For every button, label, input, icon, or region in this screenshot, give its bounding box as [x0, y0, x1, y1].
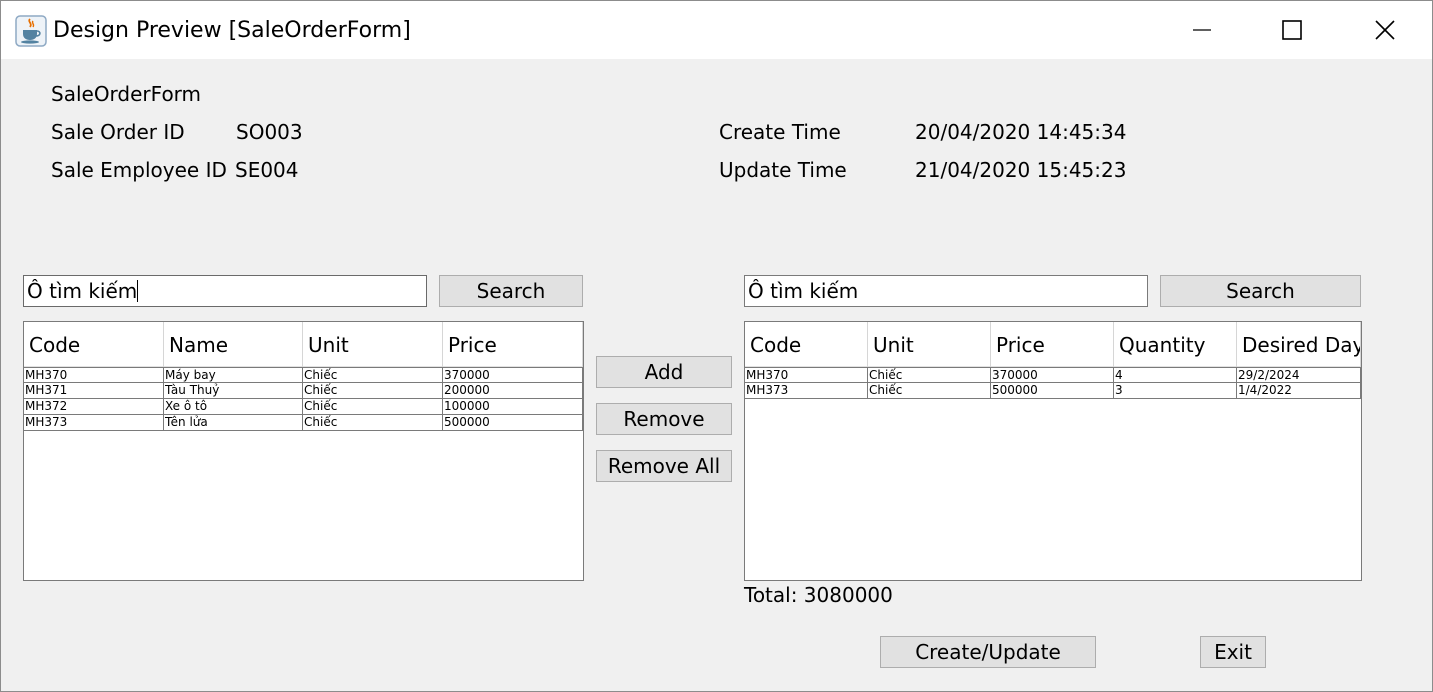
- column-header[interactable]: Code: [745, 322, 868, 367]
- table-cell: Chiếc: [303, 415, 443, 430]
- total-label: Total: 3080000: [744, 583, 893, 607]
- table-cell: Chiếc: [868, 368, 991, 383]
- column-header[interactable]: Desired Day: [1237, 322, 1361, 367]
- order-items-table-header: Code Unit Price Quantity Desired Day: [745, 322, 1361, 367]
- table-row[interactable]: MH373 Chiếc 500000 3 1/4/2022: [745, 383, 1361, 399]
- table-cell: 1/4/2022: [1237, 383, 1361, 398]
- sale-employee-id-value: SE004: [235, 158, 299, 182]
- table-cell: Tên lửa: [164, 415, 303, 430]
- table-cell: 370000: [443, 368, 583, 383]
- right-search-text: Ô tìm kiếm: [748, 279, 859, 303]
- column-header[interactable]: Unit: [303, 322, 443, 367]
- table-cell: 200000: [443, 383, 583, 398]
- maximize-icon: [1282, 20, 1302, 40]
- table-cell: Máy bay: [164, 368, 303, 383]
- column-header[interactable]: Unit: [868, 322, 991, 367]
- update-time-label: Update Time: [719, 158, 847, 182]
- table-cell: MH371: [24, 383, 164, 398]
- sale-employee-id-label: Sale Employee ID: [51, 158, 227, 182]
- table-cell: 4: [1114, 368, 1237, 383]
- sale-order-id-value: SO003: [236, 120, 303, 144]
- order-items-table-body[interactable]: MH370 Chiếc 370000 4 29/2/2024 MH373 Chiếc 5000…: [745, 367, 1361, 399]
- table-cell: MH373: [745, 383, 868, 398]
- update-time-value: 21/04/2020 15:45:23: [915, 158, 1127, 182]
- minimize-button[interactable]: [1156, 1, 1248, 59]
- table-row[interactable]: MH373 Tên lửa Chiếc 500000: [24, 415, 583, 431]
- minimize-icon: [1193, 29, 1211, 31]
- java-coffee-cup-icon: [15, 15, 47, 47]
- add-button[interactable]: Add: [596, 356, 732, 388]
- form-heading: SaleOrderForm: [51, 82, 202, 106]
- table-cell: Chiếc: [303, 368, 443, 383]
- column-header[interactable]: Quantity: [1114, 322, 1237, 367]
- create-update-button[interactable]: Create/Update: [880, 636, 1096, 668]
- table-cell: MH372: [24, 399, 164, 414]
- table-cell: 500000: [443, 415, 583, 430]
- table-cell: MH373: [24, 415, 164, 430]
- order-items-table[interactable]: Code Unit Price Quantity Desired Day MH370 Ch…: [744, 321, 1362, 581]
- create-time-label: Create Time: [719, 120, 841, 144]
- product-table[interactable]: Code Name Unit Price MH370 Máy bay Chiếc 37000…: [23, 321, 584, 581]
- left-search-button[interactable]: Search: [439, 275, 583, 307]
- table-cell: MH370: [24, 368, 164, 383]
- table-cell: 500000: [991, 383, 1114, 398]
- table-cell: Chiếc: [868, 383, 991, 398]
- window-title: Design Preview [SaleOrderForm]: [53, 18, 411, 43]
- column-header[interactable]: Price: [443, 322, 583, 367]
- table-row[interactable]: MH370 Máy bay Chiếc 370000: [24, 367, 583, 383]
- exit-button[interactable]: Exit: [1200, 636, 1266, 668]
- remove-all-button[interactable]: Remove All: [596, 450, 732, 482]
- table-cell: MH370: [745, 368, 868, 383]
- table-cell: 29/2/2024: [1237, 368, 1361, 383]
- column-header[interactable]: Name: [164, 322, 303, 367]
- text-caret: [137, 280, 139, 302]
- table-cell: 100000: [443, 399, 583, 414]
- right-search-button[interactable]: Search: [1160, 275, 1361, 307]
- close-button[interactable]: [1339, 1, 1431, 59]
- table-row[interactable]: MH372 Xe ô tô Chiếc 100000: [24, 399, 583, 415]
- sale-order-id-label: Sale Order ID: [51, 120, 185, 144]
- table-cell: Chiếc: [303, 383, 443, 398]
- table-cell: 3: [1114, 383, 1237, 398]
- column-header[interactable]: Code: [24, 322, 164, 367]
- table-cell: Chiếc: [303, 399, 443, 414]
- close-icon: [1375, 20, 1395, 40]
- table-cell: Tàu Thuỷ: [164, 383, 303, 398]
- left-search-input[interactable]: Ô tìm kiếm: [23, 275, 427, 307]
- maximize-button[interactable]: [1246, 1, 1338, 59]
- create-time-value: 20/04/2020 14:45:34: [915, 120, 1127, 144]
- table-row[interactable]: MH370 Chiếc 370000 4 29/2/2024: [745, 367, 1361, 383]
- table-row[interactable]: MH371 Tàu Thuỷ Chiếc 200000: [24, 383, 583, 399]
- table-cell: Xe ô tô: [164, 399, 303, 414]
- product-table-header: Code Name Unit Price: [24, 322, 583, 367]
- right-search-input[interactable]: Ô tìm kiếm: [744, 275, 1148, 307]
- left-search-text: Ô tìm kiếm: [27, 279, 138, 303]
- column-header[interactable]: Price: [991, 322, 1114, 367]
- product-table-body[interactable]: MH370 Máy bay Chiếc 370000 MH371 Tàu Thuỷ Chiế…: [24, 367, 583, 431]
- remove-button[interactable]: Remove: [596, 403, 732, 435]
- table-cell: 370000: [991, 368, 1114, 383]
- app-window: Design Preview [SaleOrderForm] SaleOrder…: [0, 0, 1433, 692]
- title-bar[interactable]: Design Preview [SaleOrderForm]: [1, 1, 1432, 59]
